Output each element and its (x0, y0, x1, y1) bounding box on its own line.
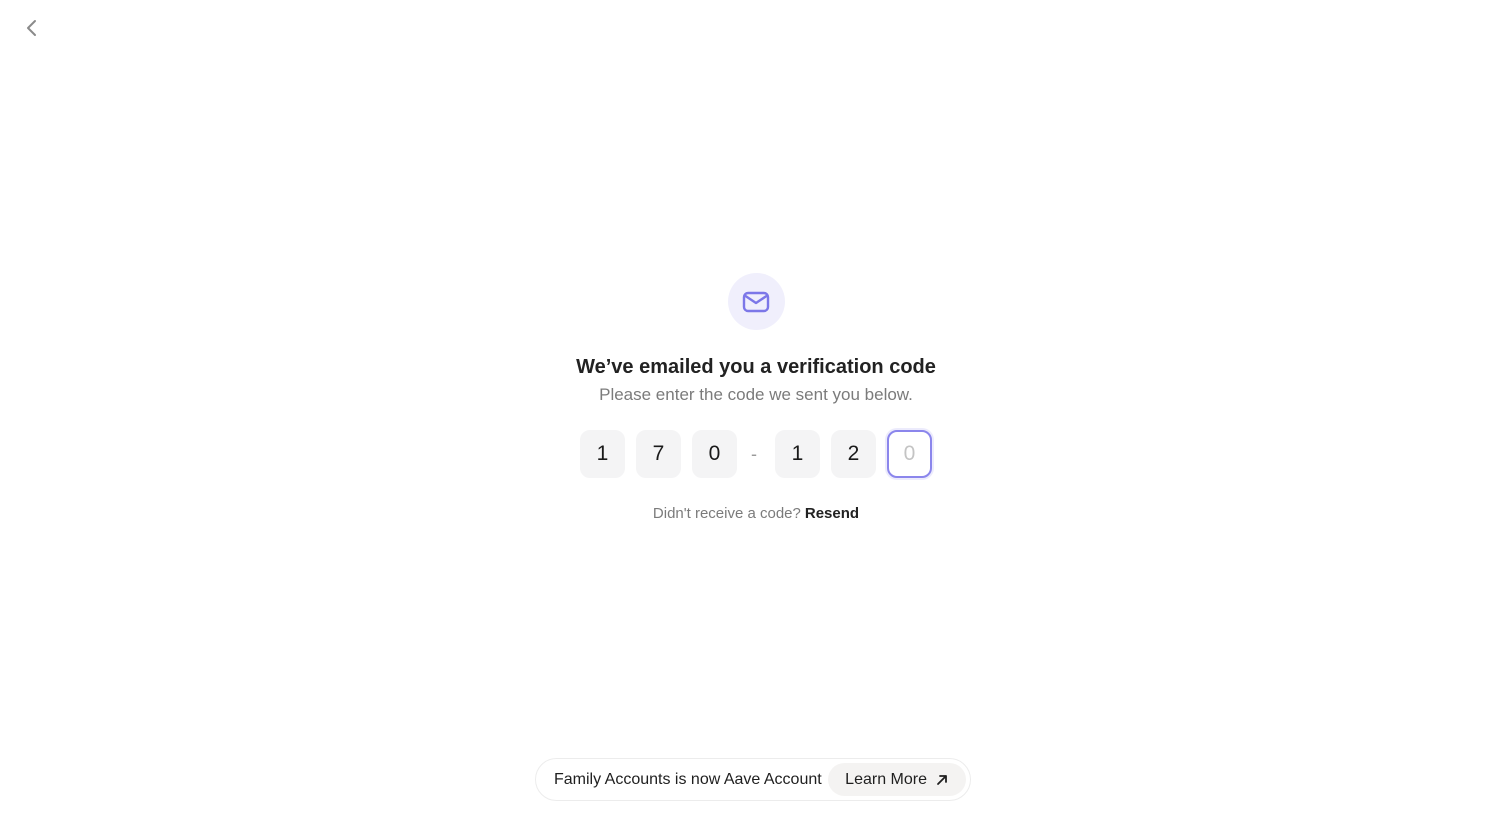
code-digit-6[interactable]: 0 (887, 430, 932, 478)
mail-icon (742, 291, 770, 312)
code-digit-1[interactable]: 1 (580, 430, 625, 478)
verification-code-input: 1 7 0 - 1 2 0 (580, 430, 932, 478)
code-digit-3[interactable]: 0 (692, 430, 737, 478)
arrow-up-right-icon (935, 773, 949, 787)
learn-more-label: Learn More (845, 770, 927, 788)
verification-panel: We’ve emailed you a verification code Pl… (0, 273, 1512, 522)
mail-icon-badge (727, 273, 785, 330)
chevron-left-icon (27, 20, 36, 36)
code-separator: - (751, 443, 757, 464)
announcement-banner: Family Accounts is now Aave Account Lear… (535, 758, 971, 801)
resend-link[interactable]: Resend (805, 505, 859, 522)
resend-row: Didn't receive a code? Resend (653, 505, 859, 522)
banner-text: Family Accounts is now Aave Account (554, 770, 822, 788)
resend-prompt: Didn't receive a code? (652, 505, 801, 522)
learn-more-button[interactable]: Learn More (828, 763, 966, 796)
code-digit-5[interactable]: 2 (831, 430, 876, 478)
code-digit-4[interactable]: 1 (775, 430, 820, 478)
page-title: We’ve emailed you a verification code (576, 356, 936, 378)
back-button[interactable] (18, 14, 46, 42)
code-digit-2[interactable]: 7 (636, 430, 681, 478)
page-subtitle: Please enter the code we sent you below. (599, 385, 913, 404)
